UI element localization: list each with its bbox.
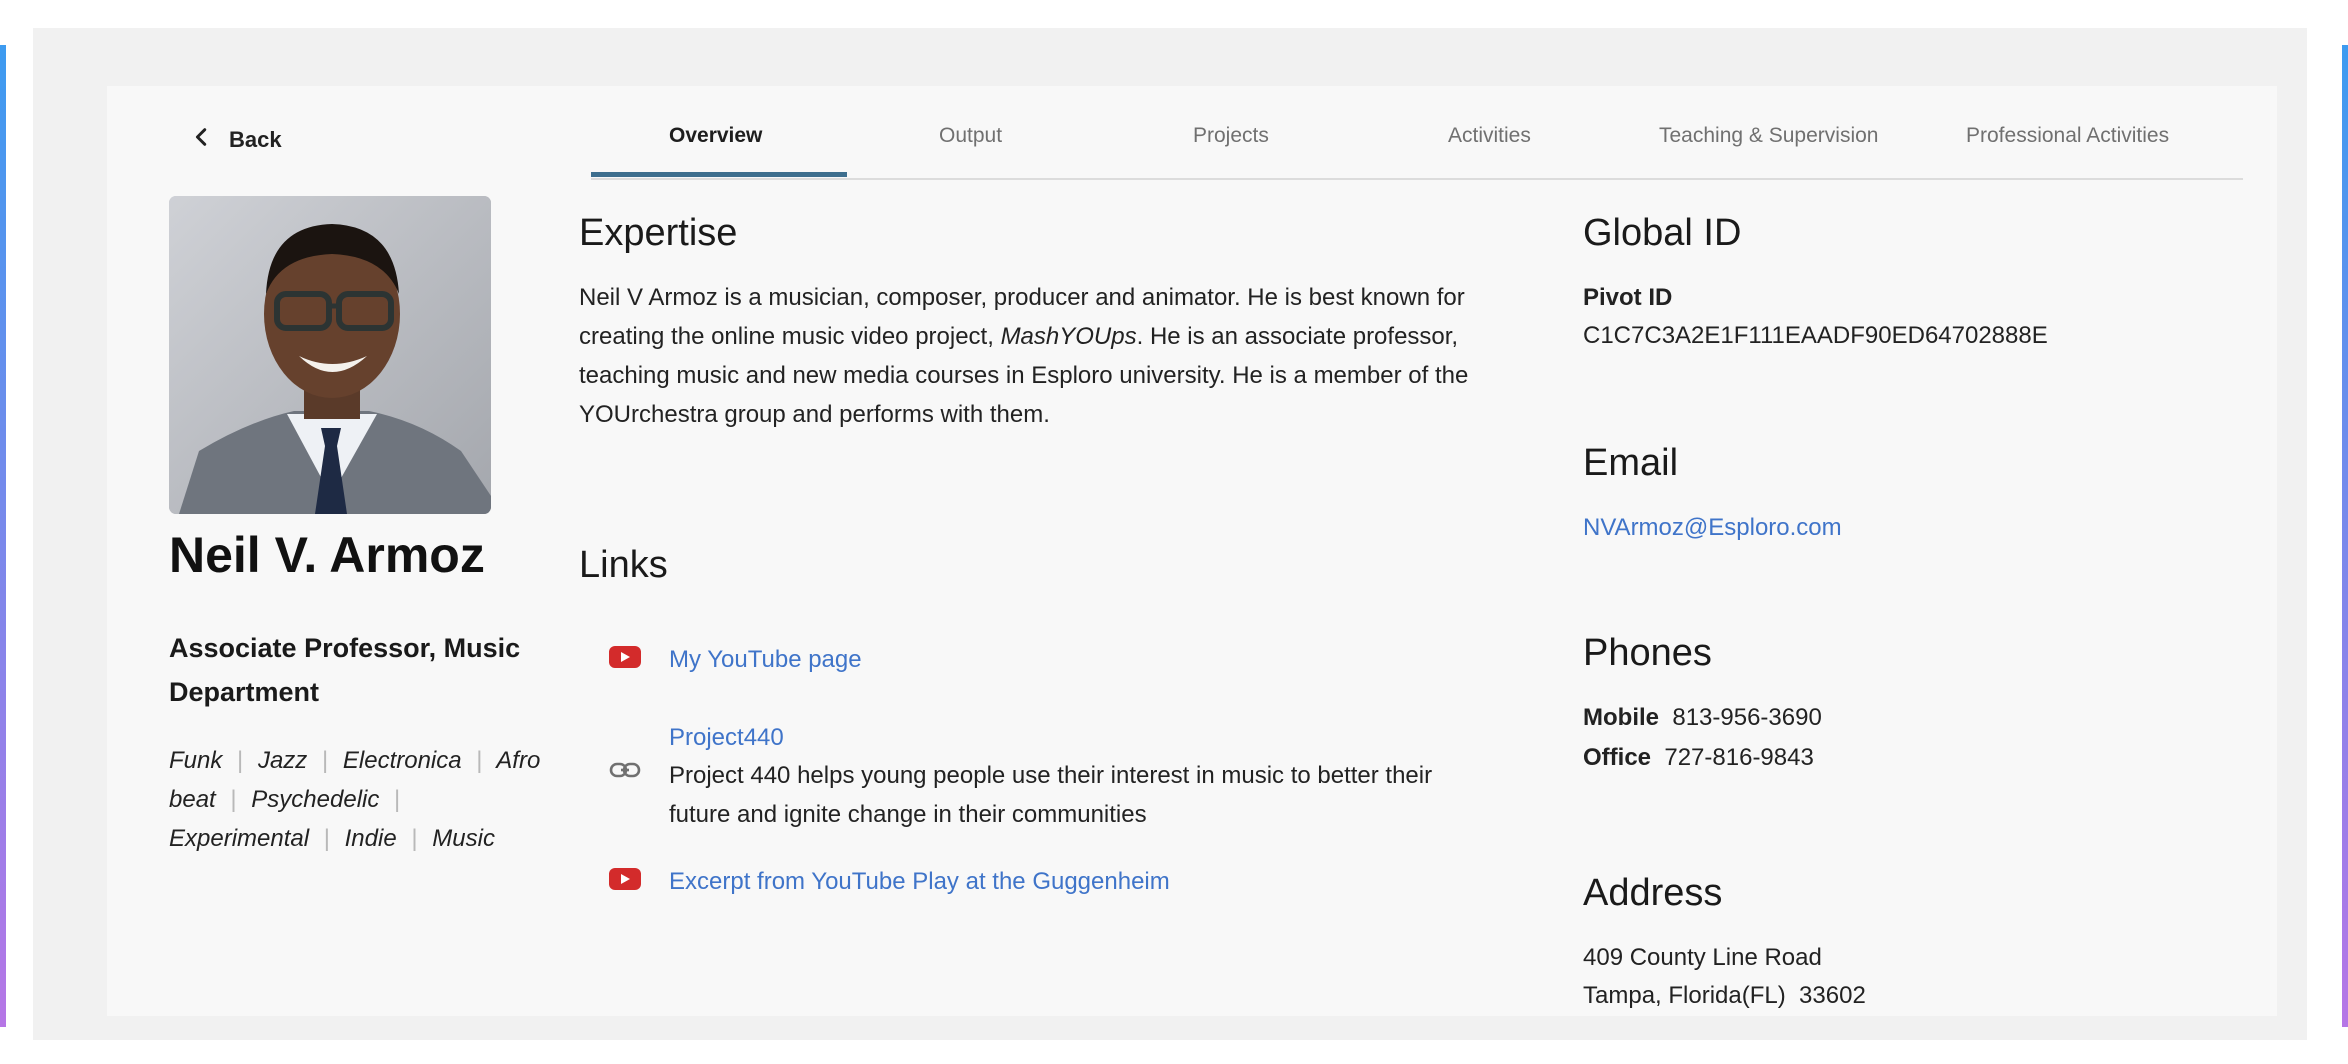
youtube-icon: [609, 646, 641, 668]
page-frame: Back Neil V. Armoz Associate Professor, …: [33, 28, 2307, 1040]
phone-mobile-value: 813-956-3690: [1672, 704, 1822, 731]
link-item[interactable]: [609, 868, 641, 890]
tab-activities[interactable]: Activities: [1448, 124, 1531, 148]
profile-name: Neil V. Armoz: [169, 527, 485, 583]
tag-separator: |: [237, 747, 244, 774]
avatar: [169, 196, 491, 514]
address-line-2: Tampa, Florida(FL) 33602: [1583, 982, 1866, 1009]
expertise-text: Neil V Armoz is a musician, composer, pr…: [579, 278, 1484, 434]
phone-mobile: Mobile 813-956-3690: [1583, 698, 1822, 737]
profile-tags: Funk | Jazz | Electronica | Afro beat | …: [169, 741, 549, 858]
email-link[interactable]: NVArmoz@Esploro.com: [1583, 508, 1842, 547]
phone-mobile-label: Mobile: [1583, 704, 1659, 731]
tag-separator: |: [323, 825, 330, 852]
tab-output[interactable]: Output: [939, 124, 1002, 148]
back-button[interactable]: Back: [191, 126, 282, 154]
phones-heading: Phones: [1583, 632, 1712, 674]
link-youtube-play-guggenheim[interactable]: Excerpt from YouTube Play at the Guggenh…: [669, 862, 1170, 901]
expertise-project-name: MashYOUps: [1000, 323, 1137, 350]
youtube-icon: [609, 868, 641, 890]
address-heading: Address: [1583, 872, 1723, 914]
right-accent-bar: [2342, 45, 2348, 1027]
tag-separator: |: [230, 786, 237, 813]
profile-tag: Music: [432, 825, 495, 852]
phone-office: Office 727-816-9843: [1583, 738, 1814, 777]
tab-projects[interactable]: Projects: [1193, 124, 1269, 148]
expertise-heading: Expertise: [579, 212, 738, 254]
tab-professional-activities[interactable]: Professional Activities: [1966, 124, 2169, 148]
profile-tag: Psychedelic: [251, 786, 380, 813]
person-portrait-icon: [169, 196, 491, 514]
profile-tag: Jazz: [257, 747, 308, 774]
tag-separator: |: [321, 747, 329, 774]
tag-separator: |: [411, 825, 418, 852]
back-label: Back: [229, 127, 282, 152]
profile-tag: Experimental: [169, 825, 310, 852]
link-project440[interactable]: Project440: [669, 718, 784, 757]
tab-bar: Overview Output Projects Activities Teac…: [591, 86, 2243, 180]
links-heading: Links: [579, 544, 668, 586]
tab-teaching-supervision[interactable]: Teaching & Supervision: [1659, 124, 1878, 148]
link-project440-description: Project 440 helps young people use their…: [669, 762, 1433, 828]
profile-role: Associate Professor, Music Department: [169, 633, 521, 707]
chevron-left-icon: [191, 126, 213, 154]
pivot-id-label: Pivot ID: [1583, 284, 1673, 311]
address-line-1: 409 County Line Road: [1583, 944, 1822, 971]
link-chain-icon: [609, 760, 641, 785]
email-heading: Email: [1583, 442, 1679, 484]
profile-tag: Indie: [344, 825, 397, 852]
phone-office-label: Office: [1583, 744, 1652, 771]
link-item[interactable]: [609, 646, 641, 668]
pivot-id-value: C1C7C3A2E1F111EAADF90ED64702888E: [1583, 322, 2048, 349]
phone-office-value: 727-816-9843: [1664, 744, 1814, 771]
profile-tag: Electronica: [342, 747, 462, 774]
link-my-youtube-page[interactable]: My YouTube page: [669, 640, 862, 679]
global-id-heading: Global ID: [1583, 212, 1742, 254]
tag-separator: |: [476, 747, 483, 774]
active-tab-indicator: [591, 172, 847, 177]
profile-panel: Back Neil V. Armoz Associate Professor, …: [107, 86, 2277, 1016]
profile-tag: Funk: [169, 747, 223, 774]
tag-separator: |: [394, 786, 401, 813]
tab-overview[interactable]: Overview: [669, 124, 762, 148]
left-accent-bar: [0, 45, 6, 1027]
